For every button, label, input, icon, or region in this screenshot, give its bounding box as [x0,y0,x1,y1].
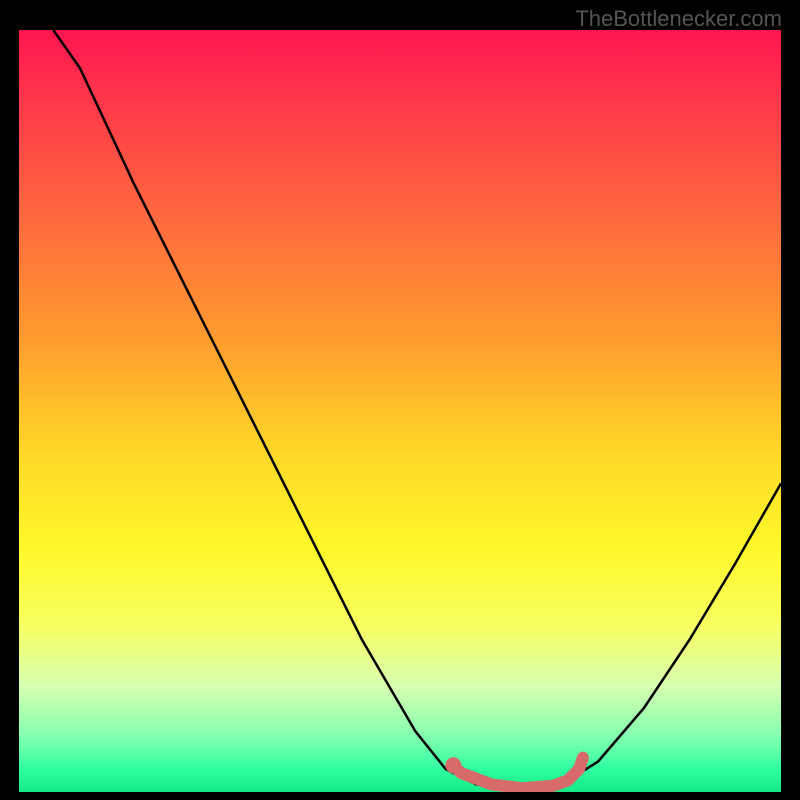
watermark-label: TheBottlenecker.com [575,6,782,32]
chart-highlight-dot [445,757,461,773]
chart-highlight-segment [453,758,583,789]
chart-svg [19,30,781,792]
chart-curve [53,30,781,788]
chart-container [19,30,781,792]
